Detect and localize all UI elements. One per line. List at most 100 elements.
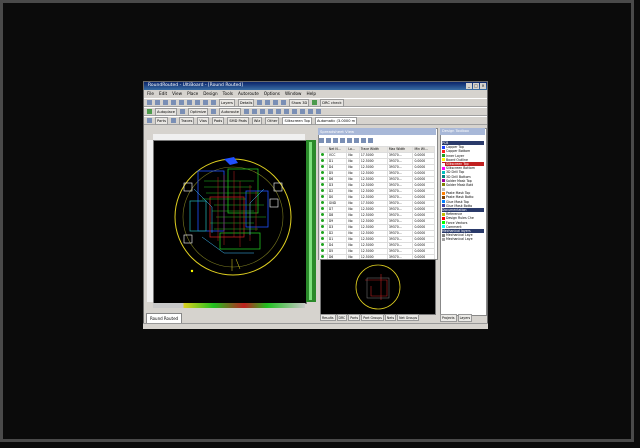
layer-color-swatch xyxy=(442,237,445,241)
autoroute-button[interactable]: Autoroute xyxy=(219,107,241,116)
tab-nets[interactable]: Nets xyxy=(384,314,397,321)
trace-tool-icon[interactable] xyxy=(251,109,257,114)
net-status-icon xyxy=(321,225,324,228)
menu-options[interactable]: Options xyxy=(264,90,280,98)
find-icon[interactable] xyxy=(347,137,352,143)
show-3d-button[interactable]: Show 3D xyxy=(289,98,310,107)
layer-color-swatch xyxy=(442,233,445,237)
undo-icon[interactable] xyxy=(203,100,208,105)
tab-net-groups[interactable]: Net Groups xyxy=(397,314,420,321)
logo-mark xyxy=(224,157,238,165)
layer-label: Solder Mask Bott xyxy=(446,182,474,187)
zoom-area-icon[interactable] xyxy=(281,100,287,105)
layer-select[interactable]: Silkscreen Top xyxy=(282,116,312,125)
trace-tool-icon[interactable] xyxy=(315,109,321,114)
trace-tool-icon[interactable] xyxy=(267,109,273,114)
tab-results[interactable]: Results xyxy=(320,314,336,321)
layer-color-swatch xyxy=(442,225,445,229)
minimize-button[interactable]: _ xyxy=(466,83,472,89)
trace-tool-icon[interactable] xyxy=(299,109,305,114)
layer-color-swatch xyxy=(442,145,445,149)
menu-tools[interactable]: Tools xyxy=(223,90,233,98)
redo-icon[interactable] xyxy=(211,100,216,105)
traces-icon xyxy=(170,118,176,123)
drc-check-button[interactable]: DRC check xyxy=(320,98,344,107)
new-icon[interactable] xyxy=(147,100,152,105)
origin-marker xyxy=(190,269,194,273)
layers-button[interactable]: Layers xyxy=(219,98,235,107)
net-status-icon xyxy=(321,165,324,168)
menu-help[interactable]: Help xyxy=(306,90,316,98)
open-icon[interactable] xyxy=(155,100,160,105)
save-icon[interactable] xyxy=(163,100,168,105)
mode-select[interactable]: Automatic (3.0000 m xyxy=(314,116,358,125)
layer-color-swatch xyxy=(442,158,445,162)
autoplace-button[interactable]: Autoplace xyxy=(155,107,178,116)
net-status-icon xyxy=(321,189,324,192)
net-status-icon xyxy=(321,195,324,198)
paste-icon[interactable] xyxy=(195,100,200,105)
copy-icon[interactable] xyxy=(333,137,338,143)
status-bar xyxy=(143,323,488,329)
pcb-canvas[interactable] xyxy=(153,140,307,304)
layer-item[interactable]: Mechanical Laye xyxy=(442,237,484,241)
net-status-icon xyxy=(321,207,324,210)
preview-outline xyxy=(355,264,401,310)
trace-group xyxy=(193,188,265,254)
menu-bar: File Edit View Place Design Tools Autoro… xyxy=(144,90,487,98)
sort-icon[interactable] xyxy=(326,137,331,143)
tab-projects[interactable]: Projects xyxy=(440,314,457,322)
highlight-icon[interactable] xyxy=(368,137,373,143)
zoom-icon[interactable] xyxy=(361,137,366,143)
table-header-row: Net N... Lo... Trace Width Max Width Min… xyxy=(319,146,435,153)
menu-place[interactable]: Place xyxy=(187,90,198,98)
net-status-icon xyxy=(321,177,324,180)
other-filter-button[interactable]: Other xyxy=(265,116,280,125)
zoom-fit-icon[interactable] xyxy=(273,100,279,105)
trace-tool-icon[interactable] xyxy=(275,109,281,114)
menu-window[interactable]: Window xyxy=(285,90,302,98)
menu-file[interactable]: File xyxy=(147,90,154,98)
trace-tool-icon[interactable] xyxy=(243,109,249,114)
layer-color-swatch xyxy=(442,170,445,174)
layer-label: Mechanical Laye xyxy=(446,237,473,242)
details-button[interactable]: Details xyxy=(237,98,255,107)
print-icon[interactable] xyxy=(340,137,345,143)
tab-drc[interactable]: DRC xyxy=(336,314,348,321)
tab-layers[interactable]: Layers xyxy=(457,314,473,322)
vias-filter-button[interactable]: Vias xyxy=(197,116,209,125)
net-status-icon xyxy=(321,249,324,252)
trace-tool-icon[interactable] xyxy=(307,109,313,114)
pads-filter-button[interactable]: Pads xyxy=(211,116,225,125)
net-status-icon xyxy=(321,255,324,258)
menu-view[interactable]: View xyxy=(172,90,182,98)
wiz-filter-button[interactable]: Wiz xyxy=(251,116,263,125)
menu-design[interactable]: Design xyxy=(203,90,217,98)
board-preview[interactable] xyxy=(320,259,436,315)
filter-icon[interactable] xyxy=(319,137,324,143)
menu-edit[interactable]: Edit xyxy=(159,90,167,98)
traces-filter-button[interactable]: Traces xyxy=(178,116,195,125)
tab-parts[interactable]: Parts xyxy=(348,314,361,321)
trace-tool-icon[interactable] xyxy=(259,109,265,114)
smd-pads-filter-button[interactable]: SMD Pads xyxy=(227,116,249,125)
trace-tool-icon[interactable] xyxy=(283,109,289,114)
zoom-out-icon[interactable] xyxy=(265,100,271,105)
optimize-button[interactable]: Optimize xyxy=(188,107,209,116)
close-button[interactable]: × xyxy=(480,83,486,89)
menu-autoroute[interactable]: Autoroute xyxy=(238,90,259,98)
trace-tool-icon[interactable] xyxy=(291,109,297,114)
cut-icon[interactable] xyxy=(179,100,184,105)
parts-filter-button[interactable]: Parts xyxy=(155,116,168,125)
maximize-button[interactable]: □ xyxy=(473,83,479,89)
copy-icon[interactable] xyxy=(187,100,192,105)
tab-part-groups[interactable]: Part Groups xyxy=(361,314,384,321)
print-icon[interactable] xyxy=(171,100,176,105)
drc-icon xyxy=(312,100,318,105)
preview-drawing xyxy=(355,264,401,310)
toolbox-title: Design Toolbox xyxy=(440,128,485,135)
toolbar-select: Parts Traces Vias Pads SMD Pads Wiz Othe… xyxy=(144,116,487,125)
properties-icon[interactable] xyxy=(354,137,359,143)
zoom-in-icon[interactable] xyxy=(257,100,263,105)
net-status-icon xyxy=(321,159,324,162)
